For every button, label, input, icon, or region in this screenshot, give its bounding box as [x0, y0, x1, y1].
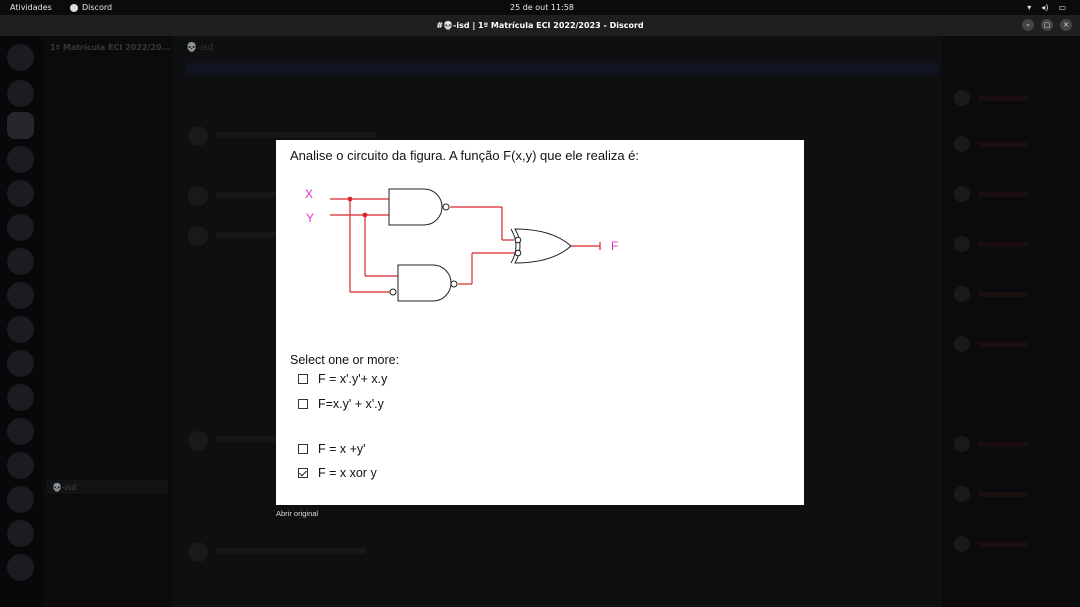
window-controls: – □ ✕: [1022, 19, 1072, 31]
nand-gate-top: [388, 188, 450, 226]
volume-icon[interactable]: ◂): [1041, 3, 1048, 12]
system-tray[interactable]: ▾ ◂) ▭: [1027, 3, 1066, 12]
close-icon[interactable]: ✕: [1060, 19, 1072, 31]
input-inverter-bubble: [389, 288, 397, 296]
output-f-label: F: [611, 239, 618, 253]
active-app-name: Discord: [82, 3, 113, 12]
option-3[interactable]: F = x +y': [298, 442, 366, 456]
question-text: Analise o circuito da figura. A função F…: [290, 148, 640, 163]
battery-icon[interactable]: ▭: [1058, 3, 1066, 12]
option-checkbox[interactable]: [298, 374, 308, 384]
os-top-bar: Atividades Discord 25 de out 11:58 ▾ ◂) …: [0, 0, 1080, 15]
nand-gate-bottom: [397, 264, 458, 302]
select-instruction: Select one or more:: [290, 353, 400, 367]
option-checkbox-checked[interactable]: [298, 468, 308, 478]
maximize-icon[interactable]: □: [1041, 19, 1053, 31]
window-title-bar: #💀-isd | 1º Matrícula ECI 2022/2023 - Di…: [0, 15, 1080, 36]
activities-button[interactable]: Atividades: [10, 3, 52, 12]
option-label: F = x +y': [318, 442, 366, 456]
option-checkbox[interactable]: [298, 444, 308, 454]
active-app-indicator[interactable]: Discord: [70, 3, 112, 12]
window-title: #💀-isd | 1º Matrícula ECI 2022/2023 - Di…: [436, 21, 644, 30]
option-4[interactable]: F = x xor y: [298, 466, 377, 480]
or-gate: [510, 228, 572, 264]
input-y-label: Y: [306, 211, 314, 225]
discord-icon: [70, 3, 78, 12]
input-x-label: X: [305, 187, 313, 201]
option-1[interactable]: F = x'.y'+ x.y: [298, 372, 387, 386]
clock[interactable]: 25 de out 11:58: [510, 3, 574, 12]
logic-circuit-diagram: X Y F: [305, 187, 618, 302]
junction-dot: [347, 196, 353, 202]
wifi-icon[interactable]: ▾: [1027, 3, 1031, 12]
minimize-icon[interactable]: –: [1022, 19, 1034, 31]
open-original-link[interactable]: Abrir original: [276, 509, 318, 518]
option-label: F=x.y' + x'.y: [318, 397, 384, 411]
image-preview: Analise o circuito da figura. A função F…: [276, 140, 804, 505]
option-2[interactable]: F=x.y' + x'.y: [298, 397, 384, 411]
option-label: F = x'.y'+ x.y: [318, 372, 388, 386]
junction-dot: [362, 212, 368, 218]
option-label: F = x xor y: [318, 466, 377, 480]
option-checkbox[interactable]: [298, 399, 308, 409]
